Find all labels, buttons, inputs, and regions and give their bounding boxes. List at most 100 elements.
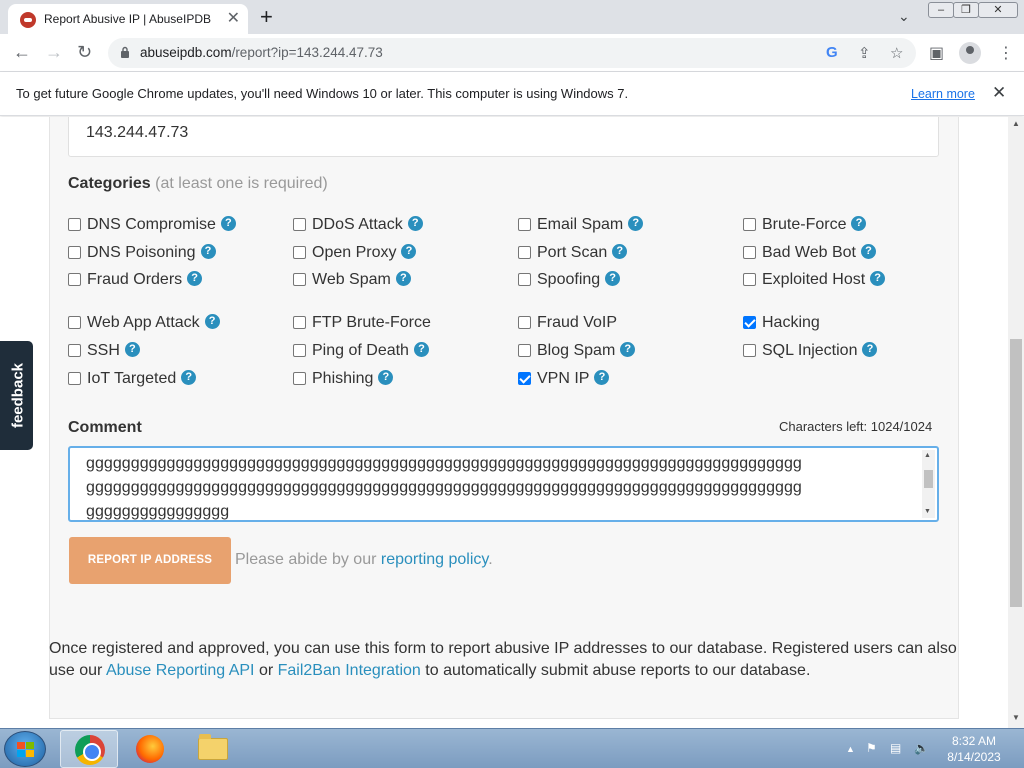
- scroll-up-icon[interactable]: ▲: [924, 452, 931, 459]
- help-icon[interactable]: ?: [401, 243, 417, 259]
- abuse-reporting-api-link[interactable]: Abuse Reporting API: [106, 662, 255, 679]
- help-icon[interactable]: ?: [187, 270, 203, 286]
- category-checkbox[interactable]: Bad Web Bot?: [743, 243, 876, 264]
- checkbox-unchecked[interactable]: [743, 272, 756, 286]
- reload-icon[interactable]: ↻: [77, 42, 92, 63]
- category-checkbox[interactable]: IoT Targeted?: [68, 369, 197, 390]
- help-icon[interactable]: ?: [395, 270, 411, 286]
- checkbox-unchecked[interactable]: [743, 343, 756, 357]
- checkbox-unchecked[interactable]: [518, 272, 531, 286]
- back-arrow-icon[interactable]: ←: [13, 42, 31, 63]
- category-checkbox[interactable]: Port Scan?: [518, 243, 628, 264]
- forward-arrow-icon[interactable]: →: [45, 42, 63, 63]
- new-tab-button[interactable]: +: [260, 4, 273, 30]
- checkbox-unchecked[interactable]: [518, 315, 531, 329]
- checkbox-unchecked[interactable]: [293, 217, 306, 231]
- page-scrollbar[interactable]: ▲ ▼: [1008, 117, 1024, 728]
- category-checkbox[interactable]: Open Proxy?: [293, 243, 417, 264]
- ip-address-input[interactable]: 143.244.47.73: [68, 117, 939, 157]
- infobar-close-icon[interactable]: ✕: [992, 83, 1006, 103]
- comment-textarea[interactable]: gggggggggggggggggggggggggggggggggggggggg…: [68, 446, 939, 522]
- category-checkbox[interactable]: DDoS Attack?: [293, 215, 423, 236]
- checkbox-unchecked[interactable]: [68, 217, 81, 231]
- help-icon[interactable]: ?: [862, 341, 878, 357]
- taskbar-explorer[interactable]: [184, 730, 242, 768]
- checkbox-unchecked[interactable]: [68, 245, 81, 259]
- help-icon[interactable]: ?: [851, 215, 867, 231]
- checkbox-unchecked[interactable]: [68, 272, 81, 286]
- learn-more-link[interactable]: Learn more: [911, 87, 975, 101]
- category-checkbox[interactable]: Web App Attack?: [68, 313, 220, 334]
- bookmark-star-icon[interactable]: ☆: [890, 44, 903, 62]
- address-bar[interactable]: abuseipdb.com/report?ip=143.244.47.73 G …: [108, 38, 916, 68]
- tab-search-chevron-icon[interactable]: ⌄: [898, 8, 910, 25]
- category-checkbox[interactable]: Brute-Force?: [743, 215, 867, 236]
- textarea-scrollbar[interactable]: ▲ ▼: [922, 450, 935, 518]
- start-button[interactable]: [4, 731, 46, 767]
- checkbox-unchecked[interactable]: [293, 245, 306, 259]
- category-checkbox[interactable]: DNS Poisoning?: [68, 243, 216, 264]
- tray-expand-icon[interactable]: ▲: [846, 744, 855, 754]
- checkbox-unchecked[interactable]: [68, 315, 81, 329]
- checkbox-checked[interactable]: [518, 371, 531, 385]
- category-checkbox[interactable]: Email Spam?: [518, 215, 644, 236]
- checkbox-checked[interactable]: [743, 315, 756, 329]
- google-lens-icon[interactable]: G: [826, 44, 838, 61]
- help-icon[interactable]: ?: [605, 270, 621, 286]
- browser-tab[interactable]: Report Abusive IP | AbuseIPDB ✕: [8, 4, 248, 34]
- minimize-button[interactable]: –: [928, 2, 954, 18]
- help-icon[interactable]: ?: [413, 341, 429, 357]
- category-checkbox[interactable]: Blog Spam?: [518, 341, 636, 362]
- share-icon[interactable]: ⇪: [858, 44, 871, 62]
- category-checkbox[interactable]: Ping of Death?: [293, 341, 429, 362]
- checkbox-unchecked[interactable]: [293, 315, 306, 329]
- page-scroll-thumb[interactable]: [1010, 339, 1022, 607]
- category-checkbox[interactable]: Exploited Host?: [743, 270, 886, 291]
- category-checkbox[interactable]: FTP Brute-Force: [293, 314, 431, 334]
- page-scroll-down-icon[interactable]: ▼: [1012, 713, 1020, 722]
- category-checkbox[interactable]: Fraud VoIP: [518, 314, 617, 334]
- checkbox-unchecked[interactable]: [293, 343, 306, 357]
- menu-kebab-icon[interactable]: ⋮: [998, 43, 1014, 63]
- help-icon[interactable]: ?: [220, 215, 236, 231]
- tab-close-icon[interactable]: ✕: [227, 8, 240, 28]
- checkbox-unchecked[interactable]: [68, 371, 81, 385]
- volume-icon[interactable]: 🔈: [914, 741, 929, 755]
- category-checkbox[interactable]: Hacking: [743, 314, 820, 334]
- help-icon[interactable]: ?: [620, 341, 636, 357]
- help-icon[interactable]: ?: [594, 369, 610, 385]
- checkbox-unchecked[interactable]: [518, 245, 531, 259]
- scroll-down-icon[interactable]: ▼: [924, 508, 931, 515]
- checkbox-unchecked[interactable]: [293, 371, 306, 385]
- category-checkbox[interactable]: Fraud Orders?: [68, 270, 203, 291]
- checkbox-unchecked[interactable]: [293, 272, 306, 286]
- help-icon[interactable]: ?: [124, 341, 140, 357]
- side-panel-icon[interactable]: ▣: [929, 43, 944, 63]
- category-checkbox[interactable]: Phishing?: [293, 369, 394, 390]
- category-checkbox[interactable]: SQL Injection?: [743, 341, 878, 362]
- system-clock[interactable]: 8:32 AM 8/14/2023: [934, 733, 1014, 765]
- taskbar-firefox[interactable]: [121, 730, 179, 768]
- checkbox-unchecked[interactable]: [518, 343, 531, 357]
- checkbox-unchecked[interactable]: [518, 217, 531, 231]
- category-checkbox[interactable]: Web Spam?: [293, 270, 411, 291]
- profile-avatar[interactable]: [959, 42, 981, 64]
- taskbar-chrome[interactable]: [60, 730, 118, 768]
- help-icon[interactable]: ?: [378, 369, 394, 385]
- fail2ban-integration-link[interactable]: Fail2Ban Integration: [278, 662, 421, 679]
- page-scroll-up-icon[interactable]: ▲: [1012, 119, 1020, 128]
- checkbox-unchecked[interactable]: [743, 245, 756, 259]
- category-checkbox[interactable]: DNS Compromise?: [68, 215, 236, 236]
- checkbox-unchecked[interactable]: [68, 343, 81, 357]
- help-icon[interactable]: ?: [181, 369, 197, 385]
- network-icon[interactable]: ▤: [890, 741, 901, 755]
- category-checkbox[interactable]: VPN IP?: [518, 369, 610, 390]
- help-icon[interactable]: ?: [612, 243, 628, 259]
- help-icon[interactable]: ?: [200, 243, 216, 259]
- maximize-button[interactable]: ❐: [953, 2, 979, 18]
- window-close-button[interactable]: ✕: [978, 2, 1018, 18]
- help-icon[interactable]: ?: [204, 313, 220, 329]
- action-center-icon[interactable]: ⚑: [866, 741, 877, 755]
- help-icon[interactable]: ?: [870, 270, 886, 286]
- category-checkbox[interactable]: Spoofing?: [518, 270, 621, 291]
